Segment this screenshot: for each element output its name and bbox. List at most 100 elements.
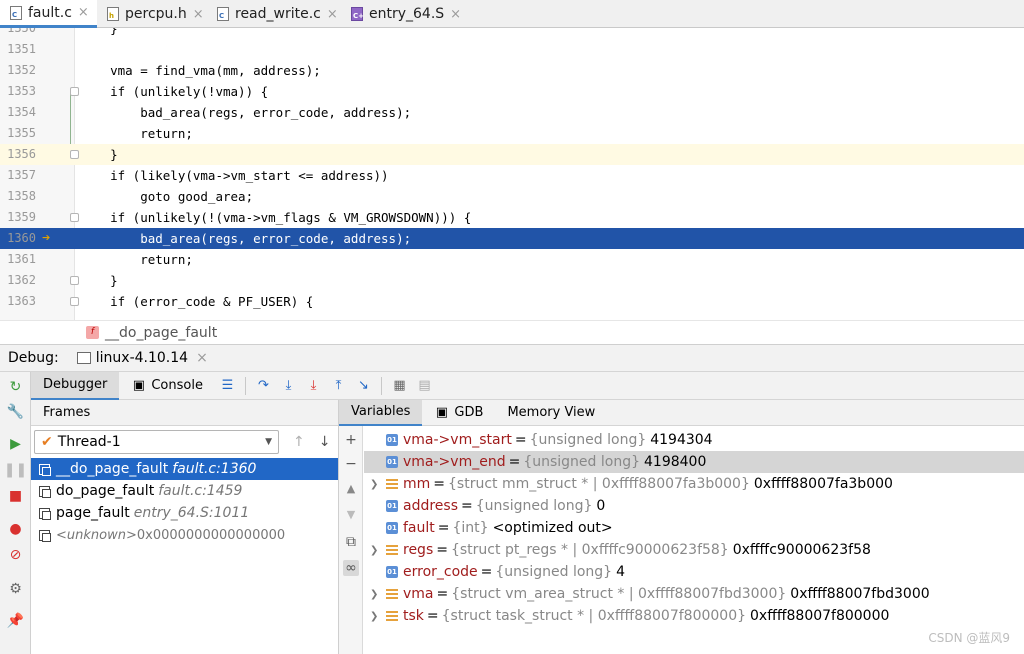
view-breakpoints-icon[interactable]: ● (7, 520, 24, 537)
pause-icon[interactable]: ❚❚ (4, 461, 27, 478)
close-icon[interactable]: × (193, 7, 204, 22)
settings-gear-icon[interactable]: ⚙ (7, 580, 24, 597)
struct-variable-icon (386, 479, 398, 489)
fold-toggle[interactable] (70, 276, 79, 285)
gdb-console-icon: ▣ (435, 405, 449, 420)
fold-toggle[interactable] (70, 87, 79, 96)
variable-name: vma->vm_end (403, 454, 506, 470)
debug-session-tab[interactable]: linux-4.10.14 × (76, 350, 208, 366)
tab-label: fault.c (28, 4, 72, 21)
thread-row: ✔ Thread-1 ▼ ↑ ↓ (31, 426, 338, 458)
variable-row[interactable]: ❯ vma = {struct vm_area_struct * | 0xfff… (364, 583, 1024, 605)
move-down-icon[interactable]: ▼ (343, 508, 359, 524)
session-label: linux-4.10.14 (95, 350, 189, 366)
tab-debugger-label: Debugger (43, 377, 108, 392)
tab-gdb-label: GDB (454, 405, 484, 420)
tab-entry-64-s[interactable]: C+ entry_64.S × (341, 0, 471, 28)
tab-fault-c[interactable]: C fault.c × (0, 0, 97, 28)
copy-icon[interactable]: ⧉ (343, 534, 359, 550)
code-line[interactable]: 1352 vma = find_vma(mm, address); (0, 60, 1024, 81)
expand-arrow-icon[interactable]: ❯ (370, 589, 386, 600)
step-into-icon[interactable]: ⤓ (281, 378, 296, 393)
variable-row[interactable]: 01 vma->vm_start = {unsigned long} 41943… (364, 429, 1024, 451)
frame-item[interactable]: __do_page_fault fault.c:1360 (31, 458, 338, 480)
step-over-icon[interactable]: ↷ (256, 378, 271, 393)
fold-toggle[interactable] (70, 150, 79, 159)
add-watch-icon[interactable]: + (343, 432, 359, 448)
code-editor[interactable]: 1350 } 1351 1352 vma = find_vma(mm, addr… (0, 28, 1024, 320)
variable-name: vma (403, 586, 434, 602)
menu-lines-icon[interactable]: ☰ (220, 378, 235, 393)
wrench-icon[interactable]: 🔧 (7, 403, 24, 420)
move-up-icon[interactable]: ▲ (343, 482, 359, 498)
close-icon[interactable]: × (450, 7, 461, 22)
rerun-icon[interactable]: ↻ (7, 378, 24, 395)
frame-item[interactable]: page_fault entry_64.S:1011 (31, 502, 338, 524)
fold-toggle[interactable] (70, 297, 79, 306)
tab-label: entry_64.S (369, 6, 445, 22)
variables-panel: Variables ▣ GDB Memory View + − ▲ ▼ ⧉ ∞ … (339, 399, 1024, 654)
code-line[interactable]: 1355 return; (0, 123, 1024, 144)
variable-row[interactable]: ❯ tsk = {struct task_struct * | 0xffff88… (364, 605, 1024, 627)
frame-item[interactable]: <unknown> 0x0000000000000000 (31, 524, 338, 546)
breadcrumb[interactable]: f __do_page_fault (0, 320, 1024, 344)
code-line[interactable]: 1359 if (unlikely(!(vma->vm_flags & VM_G… (0, 207, 1024, 228)
tab-gdb[interactable]: ▣ GDB (422, 400, 495, 426)
expand-arrow-icon[interactable]: ❯ (370, 545, 386, 556)
code-line[interactable]: 1353 if (unlikely(!vma)) { (0, 81, 1024, 102)
tab-variables[interactable]: Variables (339, 399, 423, 426)
code-line[interactable]: 1357 if (likely(vma->vm_start <= address… (0, 165, 1024, 186)
debug-session-icon (76, 352, 91, 364)
glasses-icon[interactable]: ∞ (343, 560, 359, 576)
force-step-into-icon[interactable]: ⤓ (306, 378, 321, 393)
variable-row[interactable]: 01 address = {unsigned long} 0 (364, 495, 1024, 517)
code-line[interactable]: 1363 if (error_code & PF_USER) { (0, 291, 1024, 312)
code-line[interactable]: 1362 } (0, 270, 1024, 291)
variable-row[interactable]: ❯ regs = {struct pt_regs * | 0xffffc9000… (364, 539, 1024, 561)
tab-percpu-h[interactable]: h percpu.h × (97, 0, 207, 28)
evaluate-expression-icon[interactable]: ▦ (392, 378, 407, 393)
stop-icon[interactable]: ■ (7, 487, 24, 504)
variable-row[interactable]: 01 vma->vm_end = {unsigned long} 4198400 (364, 451, 1024, 473)
close-icon[interactable]: × (196, 350, 208, 366)
code-line[interactable]: 1350 } (0, 28, 1024, 39)
arrow-up-icon[interactable]: ↑ (293, 434, 305, 450)
code-line[interactable]: 1354 bad_area(regs, error_code, address)… (0, 102, 1024, 123)
breadcrumb-function[interactable]: __do_page_fault (105, 325, 217, 341)
tab-read-write-c[interactable]: C read_write.c × (207, 0, 341, 28)
c-file-icon: C (217, 7, 229, 21)
close-icon[interactable]: × (78, 5, 89, 20)
expand-arrow-icon[interactable]: ❯ (370, 611, 386, 622)
pin-icon[interactable]: 📌 (7, 612, 24, 629)
variable-type: {struct mm_struct * | 0xffff88007fa3b000… (448, 476, 750, 492)
expand-arrow-icon[interactable]: ❯ (370, 479, 386, 490)
tab-debugger[interactable]: Debugger (31, 371, 120, 400)
remove-watch-icon[interactable]: − (343, 456, 359, 472)
mute-breakpoints-icon[interactable]: ⊘ (7, 546, 24, 563)
step-out-icon[interactable]: ⤒ (331, 378, 346, 393)
code-line[interactable]: 1361 return; (0, 249, 1024, 270)
arrow-down-icon[interactable]: ↓ (319, 434, 331, 450)
frame-item[interactable]: do_page_fault fault.c:1459 (31, 480, 338, 502)
trace-icon[interactable]: ▤ (417, 378, 432, 393)
variable-type: {unsigned long} (523, 454, 640, 470)
code-line[interactable]: 1351 (0, 39, 1024, 60)
close-icon[interactable]: × (327, 7, 338, 22)
resume-icon[interactable]: ▶ (7, 435, 24, 452)
current-code-line[interactable]: 1356 } (0, 144, 1024, 165)
run-to-cursor-icon[interactable]: ↘ (356, 378, 371, 393)
tab-console[interactable]: ▣ Console (119, 372, 215, 400)
variable-row[interactable]: ❯ mm = {struct mm_struct * | 0xffff88007… (364, 473, 1024, 495)
chevron-down-icon: ▼ (265, 437, 272, 447)
variable-row[interactable]: 01 fault = {int} <optimized out> (364, 517, 1024, 539)
frame-function: __do_page_fault (56, 461, 169, 477)
fold-toggle[interactable] (70, 213, 79, 222)
frame-function: page_fault (56, 505, 130, 521)
execution-point-line[interactable]: 1360 ➔ bad_area(regs, error_code, address… (0, 228, 1024, 249)
tab-memory-view[interactable]: Memory View (495, 400, 607, 426)
variable-row[interactable]: 01 error_code = {unsigned long} 4 (364, 561, 1024, 583)
code-line[interactable]: 1358 goto good_area; (0, 186, 1024, 207)
thread-select[interactable]: ✔ Thread-1 ▼ (34, 430, 279, 454)
c-file-icon: C (10, 5, 22, 20)
stack-frame-icon (39, 529, 51, 542)
